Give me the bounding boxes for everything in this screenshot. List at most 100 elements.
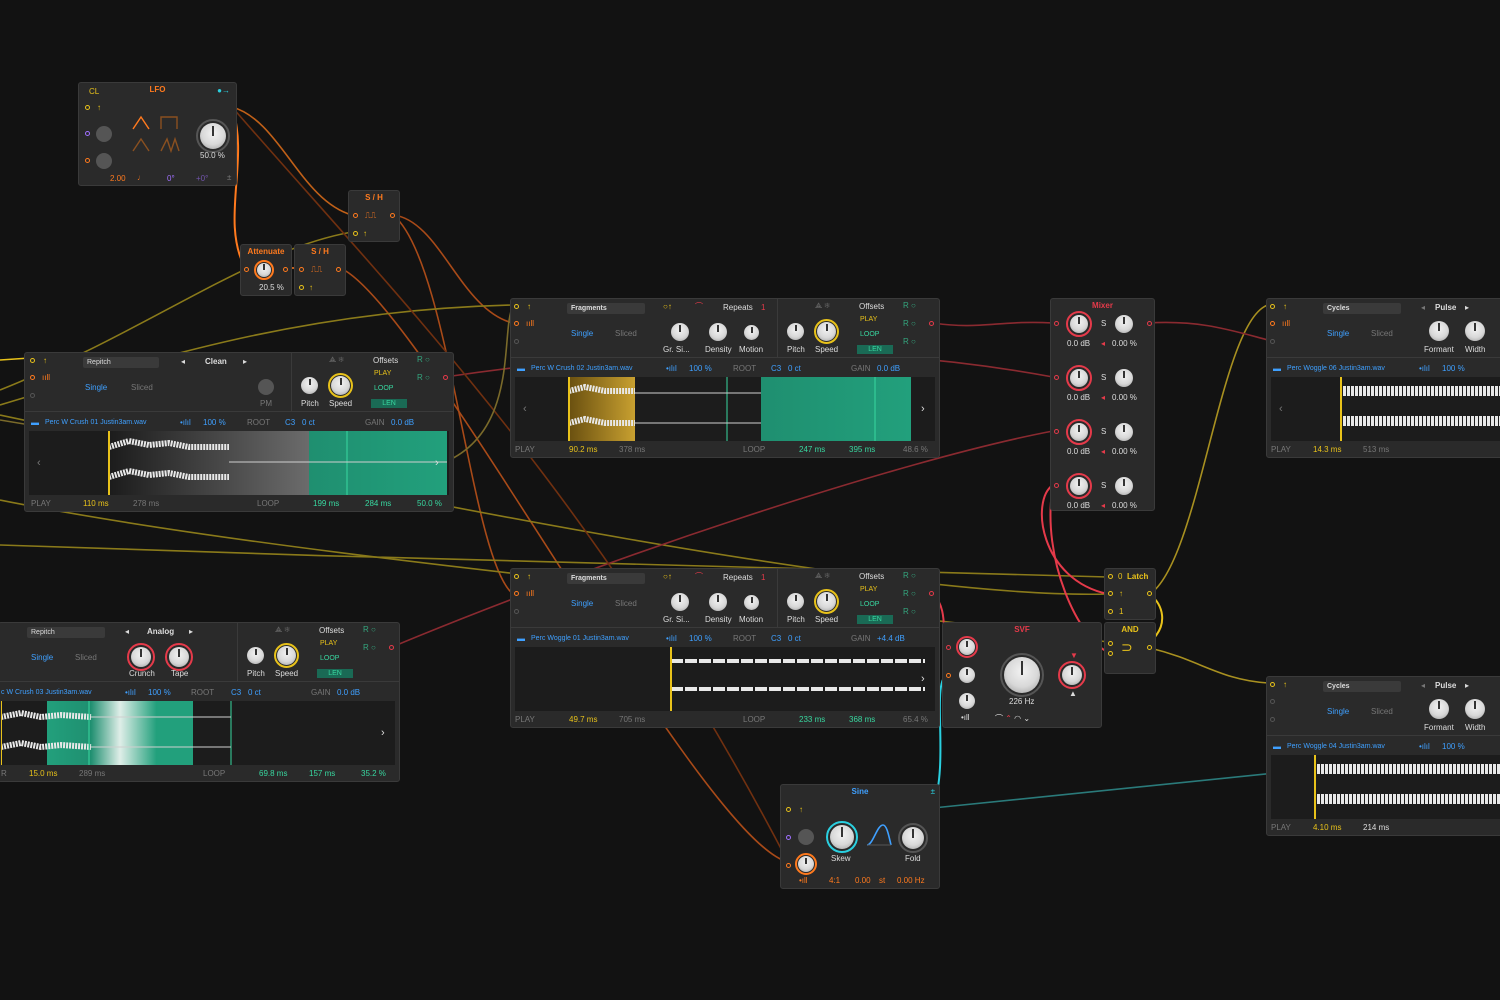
sampler-f-start[interactable]: 4.10 ms: [1313, 823, 1341, 832]
sine-fold-knob[interactable]: [902, 827, 924, 849]
mixer-pan-value-3[interactable]: 0.00 %: [1112, 447, 1137, 456]
sampler-f-mode-select[interactable]: Cycles: [1323, 681, 1401, 692]
sampler-d-sliced-tab[interactable]: Sliced: [615, 599, 637, 608]
sampler-d-start[interactable]: 49.7 ms: [569, 715, 597, 724]
sampler-d-wave-right-icon[interactable]: ›: [921, 673, 925, 685]
sampler-b-loop-start[interactable]: 247 ms: [799, 445, 825, 454]
sampler-b-port-1[interactable]: [514, 304, 519, 309]
sampler-c-module[interactable]: Repitch ◂ Analog ▸ Single Sliced Crunch …: [0, 622, 400, 782]
sampler-f-fx-label[interactable]: Pulse: [1435, 681, 1456, 690]
sampler-b-pct[interactable]: 100 %: [689, 364, 712, 373]
sampler-e-filename[interactable]: Perc Woggle 06 Justin3am.wav: [1287, 365, 1385, 372]
lfo-phase-knob[interactable]: [96, 153, 112, 169]
sine-semitones[interactable]: 0.00: [855, 876, 871, 885]
mixer-in-port-2[interactable]: [1054, 375, 1059, 380]
sampler-c-mode-select[interactable]: Repitch: [27, 627, 105, 638]
sampler-b-out-port[interactable]: [929, 321, 934, 326]
sampler-d-len-toggle[interactable]: LEN: [857, 615, 893, 624]
sampler-e-port-2[interactable]: [1270, 321, 1275, 326]
sh1-in-port[interactable]: [353, 213, 358, 218]
sampler-b-pitch-knob[interactable]: [787, 323, 804, 340]
sampler-f-filename[interactable]: Perc Woggle 04 Justin3am.wav: [1287, 743, 1385, 750]
lfo-offset-value[interactable]: +0°: [196, 174, 208, 183]
sampler-a-fade[interactable]: 50.0 %: [417, 499, 442, 508]
sampler-a-mode-select[interactable]: Repitch: [83, 357, 159, 368]
sampler-c-fx-prev-icon[interactable]: ◂: [125, 627, 129, 636]
sampler-b-loop-toggle[interactable]: LOOP: [857, 330, 882, 339]
mixer-mute-icon-1[interactable]: ◂: [1101, 339, 1105, 348]
sampler-b-mode-select[interactable]: Fragments: [567, 303, 645, 314]
sampler-d-motion-knob[interactable]: [744, 595, 759, 610]
sampler-e-waveform[interactable]: ‹: [1271, 377, 1500, 441]
svf-frequency-value[interactable]: 226 Hz: [1009, 697, 1034, 706]
sampler-d-fx-trigger-icon[interactable]: ○↑: [663, 572, 672, 581]
sampler-f-sliced-tab[interactable]: Sliced: [1371, 707, 1393, 716]
mixer-mute-icon-2[interactable]: ◂: [1101, 393, 1105, 402]
sampler-c-r-ports[interactable]: R ○ R ○: [363, 625, 376, 652]
sampler-a-loop-len[interactable]: 284 ms: [365, 499, 391, 508]
sine-hz[interactable]: 0.00 Hz: [897, 876, 925, 885]
sine-module[interactable]: Sine ± ↑ •ıll Skew Fold 4:1 0.00 st 0.00…: [780, 784, 940, 889]
sampler-c-fx-next-icon[interactable]: ▸: [189, 627, 193, 636]
and-module[interactable]: AND ⊃: [1104, 622, 1156, 674]
sampler-e-fx-next-icon[interactable]: ▸: [1465, 303, 1469, 312]
sampler-c-filename[interactable]: c W Crush 03 Justin3am.wav: [1, 689, 92, 696]
sampler-a-r-ports[interactable]: R ○ R ○: [417, 355, 430, 382]
attenuate-in-port[interactable]: [244, 267, 249, 272]
sh1-trigger-port[interactable]: [353, 231, 358, 236]
mixer-solo-4[interactable]: S: [1101, 481, 1106, 490]
mixer-pan-value-1[interactable]: 0.00 %: [1112, 339, 1137, 348]
sampler-f-fx-prev-icon[interactable]: ◂: [1421, 681, 1425, 690]
sampler-d-r-ports[interactable]: R ○ R ○ R ○: [903, 571, 916, 616]
sh2-trigger-port[interactable]: [299, 285, 304, 290]
sampler-a-end[interactable]: 278 ms: [133, 499, 159, 508]
sampler-d-port-3[interactable]: [514, 609, 519, 614]
sampler-b-single-tab[interactable]: Single: [571, 329, 593, 338]
sine-mod-knob-2[interactable]: [798, 856, 814, 872]
sampler-f-single-tab[interactable]: Single: [1327, 707, 1349, 716]
mixer-mute-icon-3[interactable]: ◂: [1101, 447, 1105, 456]
mixer-gain-value-1[interactable]: 0.0 dB: [1067, 339, 1090, 348]
mixer-solo-2[interactable]: S: [1101, 373, 1106, 382]
svf-frequency-knob[interactable]: [1004, 657, 1040, 693]
sampler-c-gain[interactable]: 0.0 dB: [337, 688, 360, 697]
mixer-in-port-3[interactable]: [1054, 429, 1059, 434]
sampler-b-ct[interactable]: 0 ct: [788, 364, 801, 373]
mixer-pan-knob-1[interactable]: [1115, 315, 1133, 333]
latch-module[interactable]: 0 Latch ↑ 1: [1104, 568, 1156, 620]
sampler-a-fx-prev-icon[interactable]: ◂: [181, 357, 185, 366]
attenuate-module[interactable]: Attenuate 20.5 %: [240, 244, 292, 296]
sampler-a-waveform[interactable]: ‹ ›: [29, 431, 449, 495]
sampler-e-module[interactable]: ↑ ııll Cycles ◂ Pulse ▸ Single Sliced Fo…: [1266, 298, 1500, 458]
sampler-e-fx-prev-icon[interactable]: ◂: [1421, 303, 1425, 312]
svf-filter-types-icon[interactable]: ⌒ ⌃ ◠ ⌄: [995, 713, 1030, 724]
sampler-f-formant-knob[interactable]: [1429, 699, 1449, 719]
sampler-c-wave-right-icon[interactable]: ›: [381, 727, 385, 739]
sampler-e-end[interactable]: 513 ms: [1363, 445, 1389, 454]
sampler-c-sliced-tab[interactable]: Sliced: [75, 653, 97, 662]
sampler-c-fx-label[interactable]: Analog: [147, 627, 174, 636]
sampler-e-formant-knob[interactable]: [1429, 321, 1449, 341]
sampler-c-single-tab[interactable]: Single: [31, 653, 53, 662]
sampler-b-r-ports[interactable]: R ○ R ○ R ○: [903, 301, 916, 346]
sampler-a-module[interactable]: ↑ ııll Repitch ◂ Clean ▸ Single Sliced P…: [24, 352, 454, 512]
sampler-a-speed-knob[interactable]: [331, 376, 350, 395]
sampler-d-note[interactable]: C3: [771, 634, 781, 643]
sampler-c-tune-icon[interactable]: ⟁ ❄: [275, 625, 290, 635]
sampler-f-waveform[interactable]: [1271, 755, 1500, 819]
sampler-c-start[interactable]: 15.0 ms: [29, 769, 57, 778]
sampler-f-width-knob[interactable]: [1465, 699, 1485, 719]
sampler-a-pm-knob[interactable]: [258, 379, 274, 395]
sampler-d-fx-num[interactable]: 1: [761, 573, 765, 582]
sampler-b-fx-trigger-icon[interactable]: ○↑: [663, 302, 672, 311]
sampler-d-grain-knob[interactable]: [671, 593, 689, 611]
lfo-in-port-1[interactable]: [85, 105, 90, 110]
sampler-b-fx-label[interactable]: Repeats: [723, 303, 753, 312]
sampler-c-play-toggle[interactable]: PLAY: [317, 639, 340, 648]
sampler-b-wave-right-icon[interactable]: ›: [921, 403, 925, 415]
sampler-d-loop-start[interactable]: 233 ms: [799, 715, 825, 724]
sampler-d-pitch-knob[interactable]: [787, 593, 804, 610]
sample-hold-module-1[interactable]: S / H ⎍⎍ ↑: [348, 190, 400, 242]
mixer-pan-value-2[interactable]: 0.00 %: [1112, 393, 1137, 402]
sampler-b-density-knob[interactable]: [709, 323, 727, 341]
